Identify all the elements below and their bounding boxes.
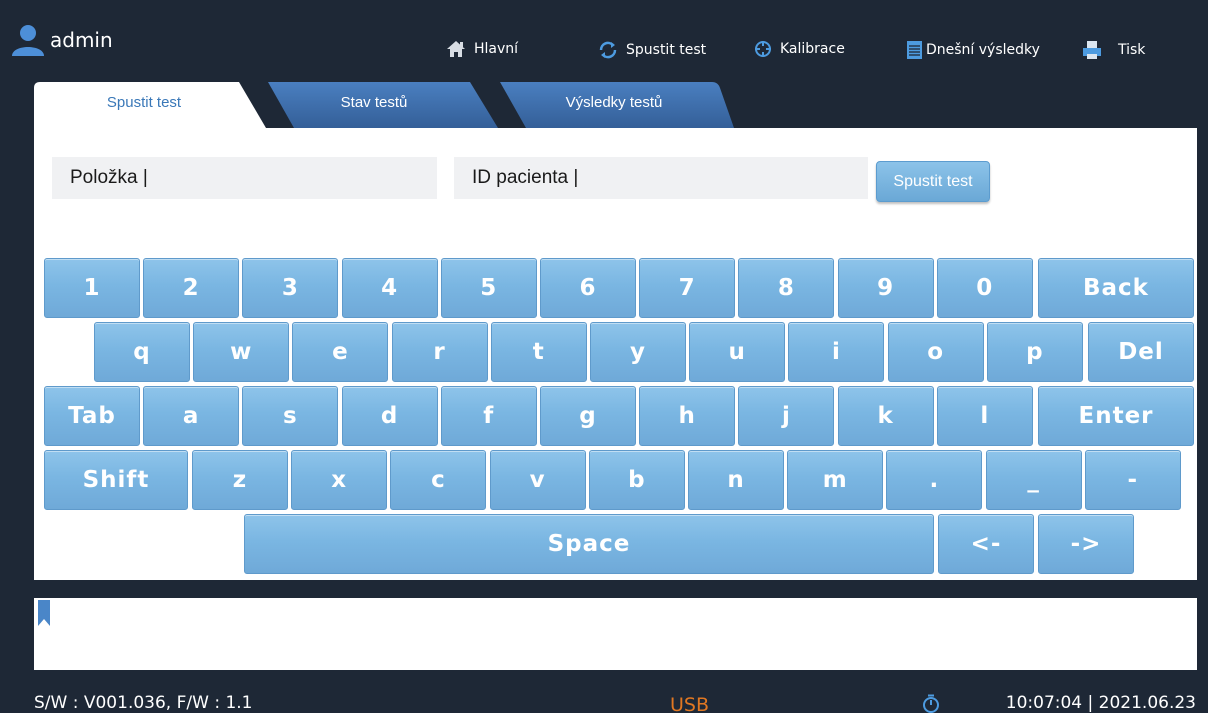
refresh-icon [599, 41, 617, 59]
stopwatch-icon [923, 694, 939, 713]
user-account[interactable]: admin [10, 22, 113, 58]
key-y[interactable]: y [590, 322, 686, 382]
key-5[interactable]: 5 [440, 258, 537, 318]
nav-calibration-label: Kalibrace [780, 41, 845, 57]
key-q[interactable]: q [94, 322, 190, 382]
key-back[interactable]: Back [1038, 258, 1194, 318]
key-7[interactable]: 7 [639, 258, 736, 318]
key-enter[interactable]: Enter [1038, 386, 1194, 446]
key-del[interactable]: Del [1088, 322, 1194, 382]
key-x[interactable]: x [291, 450, 388, 510]
key-f[interactable]: f [440, 386, 537, 446]
key-p[interactable]: p [986, 322, 1083, 382]
key-i[interactable]: i [788, 322, 885, 382]
user-name: admin [50, 28, 113, 52]
key-v[interactable]: v [489, 450, 586, 510]
key-4[interactable]: 4 [341, 258, 438, 318]
datetime: 10:07:04 | 2021.06.23 [1005, 693, 1196, 713]
key-space[interactable]: Space [244, 514, 934, 574]
tab-bar: Spustit test Stav testů Výsledky testů [34, 82, 754, 128]
key-o[interactable]: o [887, 322, 984, 382]
key-e[interactable]: e [292, 322, 389, 382]
key-w[interactable]: w [193, 322, 290, 382]
software-version: S/W : V001.036, F/W : 1.1 [34, 693, 253, 713]
tab-test-results[interactable]: Výsledky testů [500, 82, 734, 128]
nav-home[interactable]: Hlavní [446, 40, 518, 58]
main-panel: Položka | ID pacienta | Spustit test 123… [34, 128, 1197, 580]
nav-calibration[interactable]: Kalibrace [754, 40, 845, 58]
key-shift[interactable]: Shift [44, 450, 188, 510]
key-tab[interactable]: Tab [44, 386, 140, 446]
key-1[interactable]: 1 [44, 258, 140, 318]
patient-id-input[interactable]: ID pacienta | [454, 157, 868, 199]
tab-test-status[interactable]: Stav testů [268, 82, 498, 128]
usb-indicator: USB [670, 694, 710, 713]
key-2[interactable]: 2 [143, 258, 240, 318]
key-dash[interactable]: - [1084, 450, 1181, 510]
key-u[interactable]: u [689, 322, 786, 382]
notepad-icon [907, 41, 922, 59]
bookmark-icon [38, 600, 50, 626]
nav-today-results-label: Dnešní výsledky [926, 42, 1040, 58]
key-arrow-left[interactable]: <- [938, 514, 1034, 574]
message-bar [34, 598, 1197, 670]
on-screen-keyboard: 1 2 3 4 5 6 7 8 9 0 Back q w e r t y u i o p Del Tab a s d f g h j k l E… [44, 258, 1194, 578]
nav-home-label: Hlavní [474, 41, 519, 57]
key-3[interactable]: 3 [242, 258, 339, 318]
key-s[interactable]: s [242, 386, 339, 446]
key-l[interactable]: l [936, 386, 1033, 446]
home-icon [447, 41, 465, 57]
printer-icon [1083, 41, 1101, 59]
key-c[interactable]: c [390, 450, 487, 510]
key-z[interactable]: z [192, 450, 288, 510]
key-d[interactable]: d [341, 386, 438, 446]
key-m[interactable]: m [787, 450, 884, 510]
tab-run-test[interactable]: Spustit test [34, 82, 266, 128]
user-icon [12, 25, 44, 56]
key-arrow-right[interactable]: -> [1038, 514, 1134, 574]
key-0[interactable]: 0 [936, 258, 1033, 318]
item-input[interactable]: Položka | [52, 157, 437, 199]
key-6[interactable]: 6 [540, 258, 636, 318]
key-g[interactable]: g [540, 386, 636, 446]
nav-today-results[interactable]: Dnešní výsledky [906, 40, 1040, 60]
key-h[interactable]: h [639, 386, 736, 446]
key-t[interactable]: t [490, 322, 587, 382]
key-j[interactable]: j [738, 386, 835, 446]
key-k[interactable]: k [837, 386, 934, 446]
nav-run-test-label: Spustit test [626, 42, 707, 58]
tab-test-status-label: Stav testů [340, 93, 408, 111]
key-period[interactable]: . [886, 450, 983, 510]
key-r[interactable]: r [391, 322, 488, 382]
key-9[interactable]: 9 [837, 258, 934, 318]
crosshair-icon [755, 41, 771, 57]
run-test-button[interactable]: Spustit test [876, 161, 990, 202]
tab-run-test-label: Spustit test [106, 93, 182, 111]
nav-print-label: Tisk [1118, 42, 1146, 58]
nav-run-test[interactable]: Spustit test [598, 40, 706, 60]
key-n[interactable]: n [688, 450, 784, 510]
nav-print[interactable]: Tisk [1082, 40, 1145, 60]
key-underscore[interactable]: _ [985, 450, 1082, 510]
key-b[interactable]: b [588, 450, 685, 510]
key-a[interactable]: a [143, 386, 240, 446]
tab-test-results-label: Výsledky testů [565, 93, 663, 111]
top-bar: admin Hlavní Spustit test Kalibrace Dneš… [0, 0, 1208, 82]
status-bar: S/W : V001.036, F/W : 1.1 USB 10:07:04 |… [0, 676, 1208, 713]
key-8[interactable]: 8 [738, 258, 835, 318]
